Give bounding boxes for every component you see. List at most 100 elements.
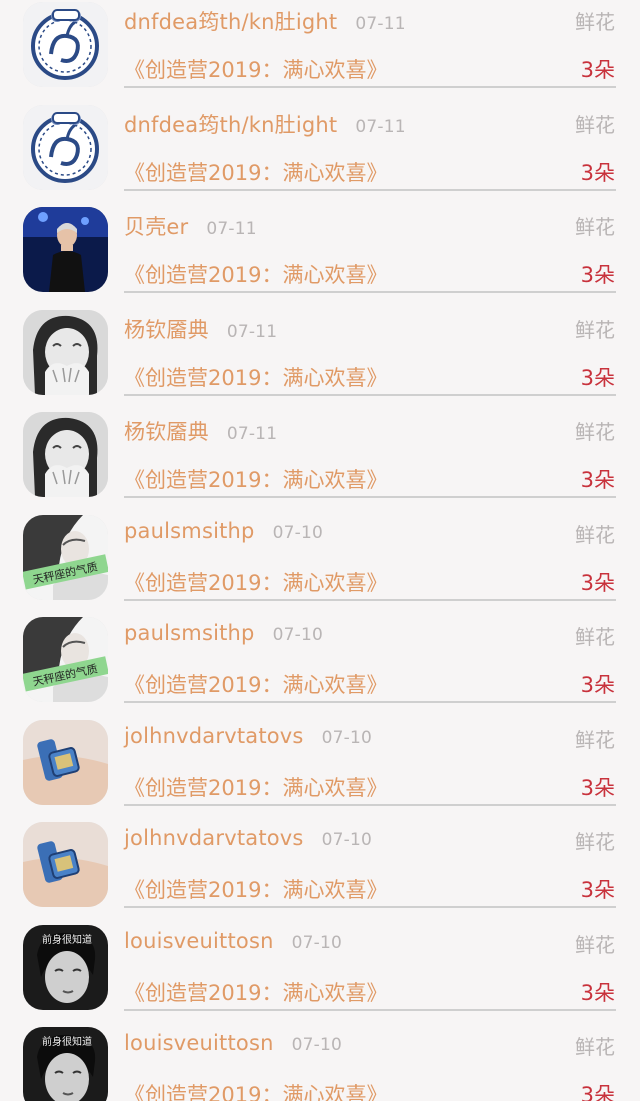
user-avatar[interactable] xyxy=(23,822,108,907)
user-name-line: louisveuittosn 07-10 xyxy=(124,929,342,953)
program-title[interactable]: 《创造营2019：满心欢喜》 xyxy=(124,977,387,1007)
gift-date: 07-11 xyxy=(226,424,278,444)
program-title[interactable]: 《创造营2019：满心欢喜》 xyxy=(124,157,387,187)
row-divider xyxy=(124,906,616,908)
gift-record-row[interactable]: 杨钦靥典 07-11 鲜花《创造营2019：满心欢喜》 3朵 xyxy=(0,308,640,411)
row-divider xyxy=(124,393,616,396)
gift-record-row[interactable]: 天秤座的气质 paulsmsithp 07-10 鲜花《创造营2019：满心欢喜》 3朵 xyxy=(0,615,640,718)
program-title[interactable]: 《创造营2019：满心欢喜》 xyxy=(124,669,387,699)
gift-count: 3朵 xyxy=(580,365,615,390)
user-name[interactable]: jolhnvdarvtatovs xyxy=(124,724,304,748)
user-name[interactable]: dnfdea筠th/kn肚ight xyxy=(124,113,337,137)
user-name-line: jolhnvdarvtatovs 07-10 xyxy=(124,724,372,748)
user-name[interactable]: paulsmsithp xyxy=(124,519,255,543)
user-name-line: 杨钦靥典 07-11 xyxy=(124,416,277,446)
avatar-caption: 前身很知道 xyxy=(42,1035,92,1048)
gift-date: 07-11 xyxy=(226,321,278,342)
user-name-line: paulsmsithp 07-10 xyxy=(124,519,323,543)
gift-record-row[interactable]: 贝壳er 07-11 鲜花《创造营2019：满心欢喜》 3朵 xyxy=(0,205,640,308)
gift-record-row[interactable]: dnfdea筠th/kn肚ight 07-11 鲜花《创造营2019：满心欢喜》 3朵 xyxy=(0,103,640,206)
gift-type-label: 鲜花 xyxy=(575,522,615,547)
gift-type-label: 鲜花 xyxy=(575,727,615,752)
gift-count: 3朵 xyxy=(580,468,615,492)
user-name[interactable]: dnfdea筠th/kn肚ight xyxy=(124,10,337,34)
gift-count: 3朵 xyxy=(580,878,615,902)
user-avatar[interactable]: 天秤座的气质 xyxy=(23,514,108,600)
row-divider xyxy=(124,188,616,191)
user-name[interactable]: paulsmsithp xyxy=(124,621,255,645)
gift-date: 07-10 xyxy=(291,932,343,953)
gift-count: 3朵 xyxy=(580,673,615,697)
user-avatar[interactable] xyxy=(23,719,108,805)
user-name-line: 杨钦靥典 07-11 xyxy=(124,314,277,344)
gift-type-label: 鲜花 xyxy=(575,215,615,239)
row-divider xyxy=(124,598,616,601)
gift-record-row[interactable]: 天秤座的气质 paulsmsithp 07-10 鲜花《创造营2019：满心欢喜》 3朵 xyxy=(0,513,640,616)
row-divider xyxy=(124,1008,616,1011)
gift-record-list: dnfdea筠th/kn肚ight 07-11 鲜花 《创造营2019：满心欢喜》 3朵… xyxy=(0,0,640,1101)
gift-type-label: 鲜花 xyxy=(575,1035,615,1059)
gift-record-row[interactable]: 前身很知道 louisveuittosn 07-10 鲜花《创造营2019：满心欢喜》… xyxy=(0,923,640,1026)
gift-count: 3朵 xyxy=(580,1083,615,1101)
gift-type-label: 鲜花 xyxy=(575,10,615,34)
gift-count: 3朵 xyxy=(580,160,615,185)
gift-type-label: 鲜花 xyxy=(575,625,615,649)
gift-date: 07-10 xyxy=(291,1035,343,1055)
gift-count: 3朵 xyxy=(580,980,615,1005)
gift-type-label: 鲜花 xyxy=(575,830,615,854)
gift-date: 07-11 xyxy=(206,219,257,239)
gift-date: 07-10 xyxy=(272,522,323,543)
program-title[interactable]: 《创造营2019：满心欢喜》 xyxy=(124,1079,387,1101)
gift-count: 3朵 xyxy=(580,58,615,82)
user-avatar[interactable] xyxy=(23,104,108,190)
program-title[interactable]: 《创造营2019：满心欢喜》 xyxy=(124,54,387,84)
gift-type-label: 鲜花 xyxy=(575,420,615,444)
row-divider xyxy=(124,291,616,293)
program-title[interactable]: 《创造营2019：满心欢喜》 xyxy=(124,259,387,289)
user-name[interactable]: 杨钦靥典 xyxy=(124,420,209,444)
gift-record-row[interactable]: 前身很知道 louisveuittosn 07-10 鲜花《创造营2019：满心欢喜》… xyxy=(0,1025,640,1101)
gift-count: 3朵 xyxy=(580,570,615,595)
user-name-line: jolhnvdarvtatovs 07-10 xyxy=(124,826,372,850)
gift-count: 3朵 xyxy=(580,775,615,800)
gift-record-row[interactable]: 杨钦靥典 07-11 鲜花《创造营2019：满心欢喜》 3朵 xyxy=(0,410,640,513)
user-name[interactable]: 杨钦靥典 xyxy=(124,318,209,342)
user-name[interactable]: 贝壳er xyxy=(124,215,188,239)
user-name[interactable]: louisveuittosn xyxy=(124,1031,274,1055)
gift-date: 07-10 xyxy=(272,625,323,645)
user-name-line: louisveuittosn 07-10 xyxy=(124,1031,342,1055)
user-avatar[interactable] xyxy=(23,2,108,87)
user-name[interactable]: louisveuittosn xyxy=(124,929,274,953)
row-divider xyxy=(124,701,616,703)
user-name[interactable]: jolhnvdarvtatovs xyxy=(124,826,304,850)
user-avatar[interactable] xyxy=(23,207,108,292)
avatar-caption: 前身很知道 xyxy=(42,933,92,946)
gift-date: 07-10 xyxy=(321,727,372,748)
user-avatar[interactable]: 前身很知道 xyxy=(23,924,108,1010)
user-avatar[interactable] xyxy=(23,309,108,395)
user-avatar[interactable]: 天秤座的气质 xyxy=(23,617,108,702)
program-title[interactable]: 《创造营2019：满心欢喜》 xyxy=(124,874,387,904)
program-title[interactable]: 《创造营2019：满心欢喜》 xyxy=(124,567,387,597)
row-divider xyxy=(124,496,616,498)
gift-date: 07-10 xyxy=(321,830,372,850)
user-name-line: dnfdea筠th/kn肚ight 07-11 xyxy=(124,6,406,36)
row-divider xyxy=(124,803,616,806)
user-name-line: 贝壳er 07-11 xyxy=(124,211,257,241)
gift-record-row[interactable]: dnfdea筠th/kn肚ight 07-11 鲜花《创造营2019：满心欢喜》 3朵 xyxy=(0,0,640,103)
gift-count: 3朵 xyxy=(580,263,615,287)
gift-date: 07-11 xyxy=(355,14,406,34)
gift-record-row[interactable]: jolhnvdarvtatovs 07-10 鲜花《创造营2019：满心欢喜》 3朵 xyxy=(0,820,640,923)
user-avatar[interactable]: 前身很知道 xyxy=(23,1027,108,1101)
gift-type-label: 鲜花 xyxy=(575,112,615,137)
gift-type-label: 鲜花 xyxy=(575,317,615,342)
user-name-line: dnfdea筠th/kn肚ight 07-11 xyxy=(124,109,406,139)
gift-date: 07-11 xyxy=(355,116,406,137)
program-title[interactable]: 《创造营2019：满心欢喜》 xyxy=(124,772,387,802)
gift-type-label: 鲜花 xyxy=(575,932,615,957)
gift-record-row[interactable]: jolhnvdarvtatovs 07-10 鲜花《创造营2019：满心欢喜》 3朵 xyxy=(0,718,640,821)
program-title[interactable]: 《创造营2019：满心欢喜》 xyxy=(124,464,387,494)
program-title[interactable]: 《创造营2019：满心欢喜》 xyxy=(124,362,387,392)
user-name-line: paulsmsithp 07-10 xyxy=(124,621,323,645)
user-avatar[interactable] xyxy=(23,412,108,497)
